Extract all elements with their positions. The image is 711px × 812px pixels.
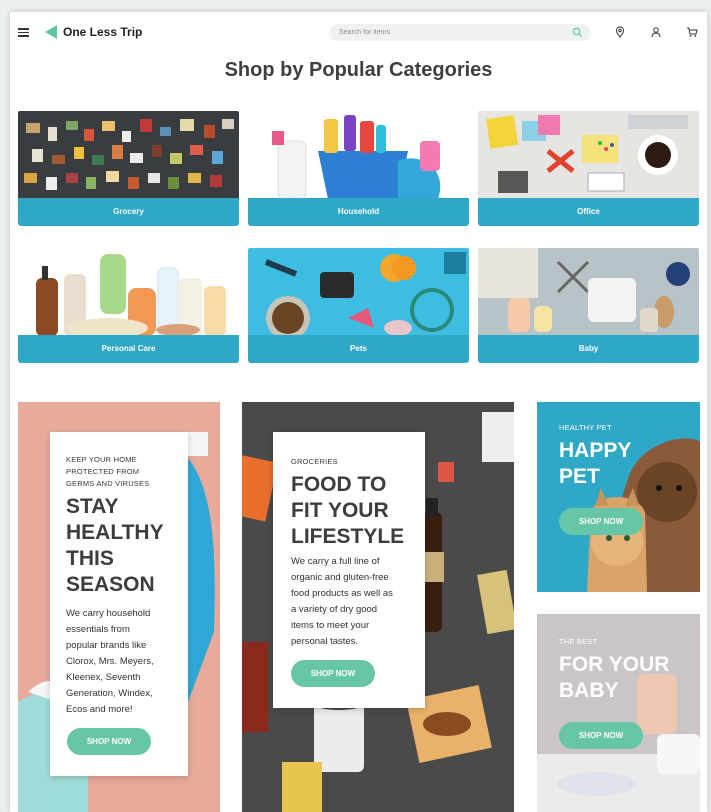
category-label: Personal Care bbox=[18, 335, 239, 363]
promo-household-card: KEEP YOUR HOME PROTECTED FROM GERMS AND … bbox=[50, 432, 188, 776]
promo-title: SEASON bbox=[66, 573, 155, 596]
promo-title: BABY bbox=[559, 679, 619, 702]
category-card-baby[interactable]: Baby bbox=[478, 248, 699, 363]
promo-pet: HEALTHY PET HAPPY PET SHOP NOW bbox=[537, 402, 700, 592]
office-image bbox=[478, 111, 699, 199]
promo-title: THIS bbox=[66, 547, 114, 570]
user-icon[interactable] bbox=[650, 26, 662, 38]
category-label: Office bbox=[478, 198, 699, 226]
promo-kicker: HEALTHY PET bbox=[559, 423, 612, 432]
search-input[interactable] bbox=[339, 24, 559, 41]
promo-groceries-card: GROCERIES FOOD TO FIT YOUR LIFESTYLE We … bbox=[273, 432, 425, 708]
category-label: Household bbox=[248, 198, 469, 226]
shop-now-button[interactable]: SHOP NOW bbox=[291, 660, 375, 687]
shop-now-button[interactable]: SHOP NOW bbox=[559, 722, 643, 749]
promo-body: Generation, Windex, bbox=[66, 688, 153, 699]
category-label: Baby bbox=[478, 335, 699, 363]
promo-title: LIFESTYLE bbox=[291, 525, 405, 548]
promo-title: HAPPY bbox=[559, 439, 632, 462]
promo-kicker: THE BEST bbox=[559, 637, 598, 646]
category-card-pets[interactable]: Pets bbox=[248, 248, 469, 363]
promo-body: We carry household bbox=[66, 608, 151, 619]
brand-name: One Less Trip bbox=[63, 25, 143, 39]
location-pin-icon[interactable] bbox=[614, 26, 626, 38]
shop-now-button[interactable]: SHOP NOW bbox=[67, 728, 151, 755]
promo-body: items to meet your bbox=[291, 620, 370, 631]
promo-kicker: GROCERIES bbox=[291, 457, 338, 466]
household-image bbox=[248, 111, 469, 199]
promo-title: STAY bbox=[66, 495, 119, 518]
page-title: Shop by Popular Categories bbox=[224, 59, 493, 81]
promo-kicker: PROTECTED FROM bbox=[66, 467, 140, 476]
search-bar bbox=[329, 24, 591, 41]
promo-body: a variety of dry good bbox=[291, 604, 378, 615]
page-frame: One Less Trip Shop by Popular Categories bbox=[10, 12, 707, 812]
promo-body: popular brands like bbox=[66, 640, 147, 651]
category-card-office[interactable]: Office bbox=[478, 111, 699, 226]
promo-kicker: GERMS AND VIRUSES bbox=[66, 479, 150, 488]
promo-baby: THE BEST FOR YOUR BABY SHOP NOW bbox=[537, 614, 700, 812]
grocery-image bbox=[18, 111, 239, 199]
category-label: Pets bbox=[248, 335, 469, 363]
search-icon[interactable] bbox=[572, 27, 583, 38]
promo-title: HEALTHY bbox=[66, 521, 164, 544]
promo-body: essentials from bbox=[66, 624, 130, 635]
promo-body: Clorox, Mrs. Meyers, bbox=[66, 656, 154, 667]
baby-image bbox=[478, 248, 699, 336]
shop-now-button[interactable]: SHOP NOW bbox=[559, 508, 643, 535]
personal-care-image bbox=[18, 248, 239, 336]
promo-title: FOOD TO bbox=[291, 473, 387, 496]
pets-image bbox=[248, 248, 469, 336]
promo-body: Ecos and more! bbox=[66, 704, 133, 715]
promo-groceries: GROCERIES FOOD TO FIT YOUR LIFESTYLE We … bbox=[242, 402, 514, 812]
brand-logo[interactable]: One Less Trip bbox=[45, 25, 142, 39]
promo-body: organic and gluten-free bbox=[291, 572, 389, 583]
promo-body: Kleenex, Seventh bbox=[66, 672, 141, 683]
promo-body: food products as well as bbox=[291, 588, 393, 599]
promo-household: KEEP YOUR HOME PROTECTED FROM GERMS AND … bbox=[18, 402, 220, 812]
category-card-household[interactable]: Household bbox=[248, 111, 469, 226]
category-card-personal-care[interactable]: Personal Care bbox=[18, 248, 239, 363]
logo-mark-icon bbox=[45, 25, 57, 39]
promo-title: FIT YOUR bbox=[291, 499, 389, 522]
cart-icon[interactable] bbox=[686, 26, 698, 38]
category-label: Grocery bbox=[18, 198, 239, 226]
promo-body: personal tastes. bbox=[291, 636, 359, 647]
promo-kicker: KEEP YOUR HOME bbox=[66, 455, 137, 464]
promo-title: PET bbox=[559, 465, 600, 488]
promo-body: We carry a full line of bbox=[291, 556, 380, 567]
category-card-grocery[interactable]: Grocery bbox=[18, 111, 239, 226]
menu-icon[interactable] bbox=[18, 28, 29, 37]
promo-title: FOR YOUR bbox=[559, 653, 670, 676]
